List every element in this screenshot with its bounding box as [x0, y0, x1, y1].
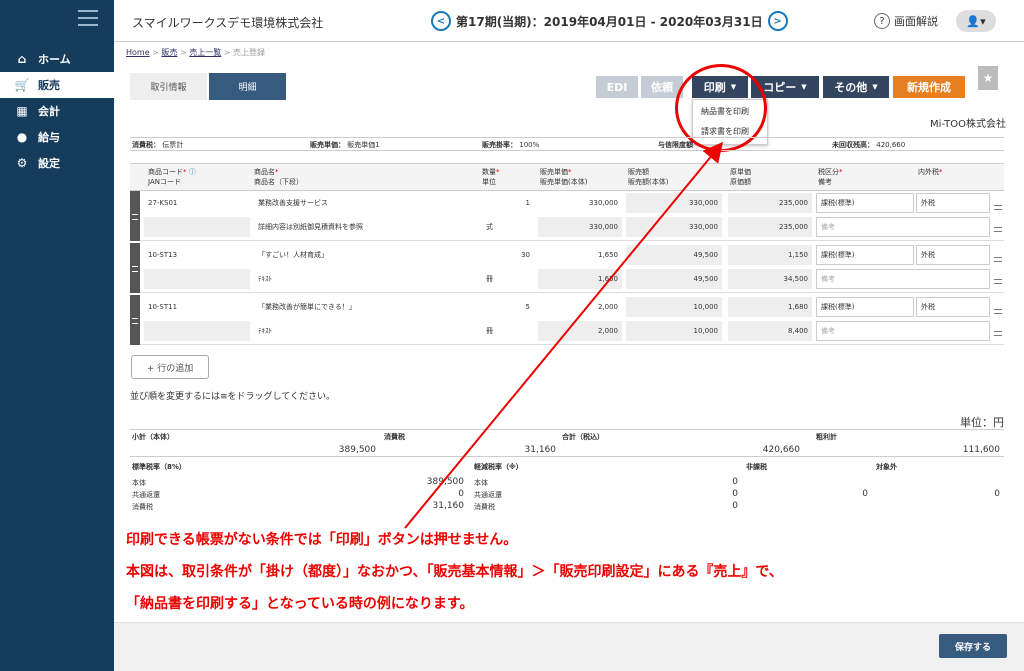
footer-bar: [114, 622, 1024, 671]
annotation-arrow: [404, 141, 724, 529]
save-button[interactable]: 保存する: [939, 634, 1007, 658]
